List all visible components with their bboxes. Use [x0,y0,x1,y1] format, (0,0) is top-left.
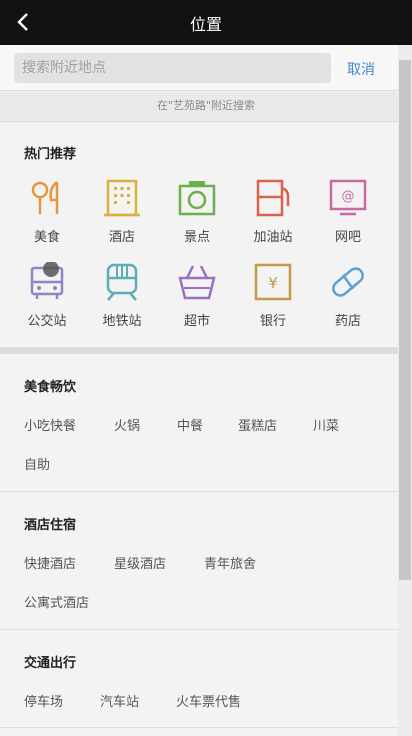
hot-section-title: 热门推荐 [24,147,77,162]
back-button[interactable] [10,9,36,35]
hotel-tag[interactable]: 青年旅舍 [204,553,256,572]
internet-cafe-icon: @ [329,179,367,216]
section-divider [0,727,398,728]
section-divider [0,491,398,492]
traffic-tag[interactable]: 停车场 [24,691,63,710]
supermarket-icon [178,265,216,300]
hotel-section-title: 酒店住宿 [24,518,77,533]
food-tag[interactable]: 蛋糕店 [238,415,277,434]
category-supermarket[interactable]: 超市 [167,262,227,329]
category-subway[interactable]: 地铁站 [92,262,152,329]
category-label: 银行 [259,314,286,329]
hotel-icon [104,179,140,217]
search-row: 取消 [0,45,412,91]
category-scenery[interactable]: 景点 [167,178,227,245]
search-hint: 在"艺苑路"附近搜索 [0,92,412,122]
section-divider [0,347,398,354]
scrollbar-thumb[interactable] [399,60,411,580]
category-label: 超市 [183,314,210,329]
cancel-button[interactable]: 取消 [347,59,375,79]
category-label: 药店 [334,314,361,329]
category-pharmacy[interactable]: 药店 [318,262,378,329]
hotel-tag[interactable]: 星级酒店 [114,553,166,572]
category-label: 酒店 [108,230,135,245]
food-section-title: 美食畅饮 [24,380,77,395]
food-tag[interactable]: 中餐 [177,415,203,434]
category-internet-cafe[interactable]: @ 网吧 [318,178,378,245]
category-label: 加油站 [253,230,293,245]
category-bus-stop[interactable]: 公交站 [17,262,77,329]
food-tag[interactable]: 自助 [24,454,50,473]
food-icon [31,181,59,214]
bank-icon: ¥ [254,263,292,301]
food-tag[interactable]: 小吃快餐 [24,415,76,434]
category-label: 公交站 [27,314,67,329]
category-label: 景点 [183,230,210,245]
traffic-tag[interactable]: 汽车站 [100,691,139,710]
scenery-icon [178,181,216,216]
page-title: 位置 [189,14,222,34]
section-divider [0,629,398,630]
category-label: 地铁站 [102,314,142,329]
category-gas-station[interactable]: 加油站 [243,178,303,245]
svg-text:@: @ [342,189,355,204]
chevron-left-icon [17,13,28,31]
bus-stop-icon [30,262,64,299]
category-label: 网吧 [334,230,361,245]
pharmacy-icon [332,267,364,297]
category-bank[interactable]: ¥ 银行 [243,262,303,329]
category-hotel[interactable]: 酒店 [92,178,152,245]
food-tag[interactable]: 川菜 [313,415,339,434]
top-bar: 位置 [0,0,412,45]
svg-text:¥: ¥ [268,274,278,292]
hotel-tag[interactable]: 公寓式酒店 [24,592,89,611]
food-tag[interactable]: 火锅 [114,415,140,434]
hotel-tag[interactable]: 快捷酒店 [24,553,76,572]
gas-station-icon [256,179,290,217]
category-food[interactable]: 美食 [17,178,77,245]
category-label: 美食 [33,230,60,245]
search-input[interactable] [14,53,331,83]
traffic-section-title: 交通出行 [24,656,77,671]
subway-icon [106,263,138,301]
traffic-tag[interactable]: 火车票代售 [176,691,241,710]
